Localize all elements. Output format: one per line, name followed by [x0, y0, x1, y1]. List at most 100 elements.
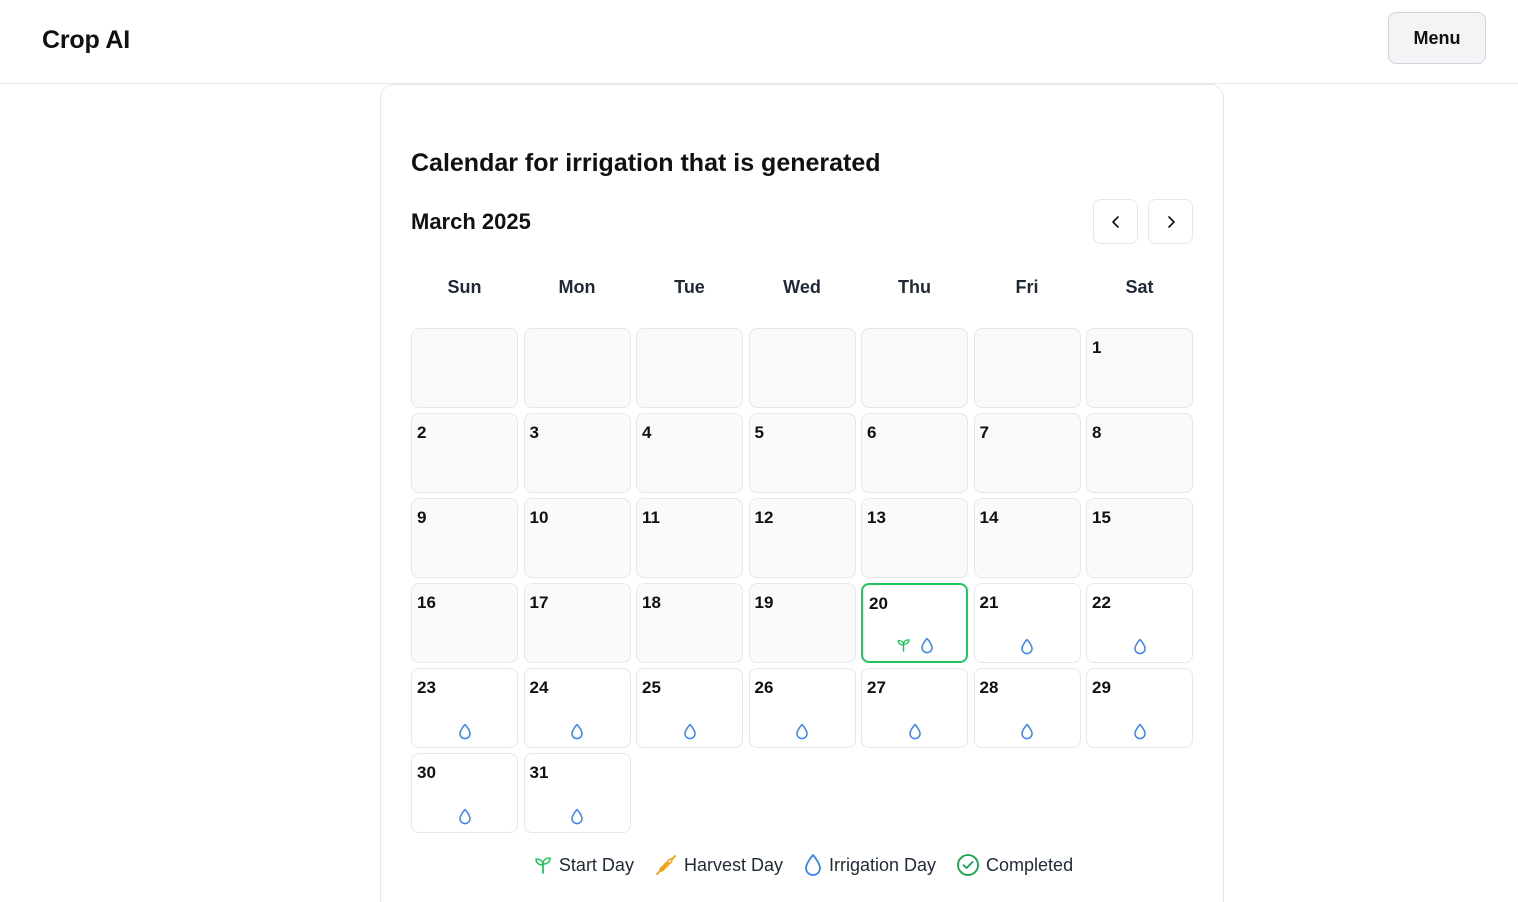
legend-harvest: Harvest Day [654, 853, 783, 877]
calendar-day-cell[interactable]: 12 [748, 498, 856, 578]
day-number: 15 [1092, 508, 1111, 527]
day-number: 30 [417, 763, 436, 782]
calendar-day-cell[interactable]: 4 [636, 413, 743, 493]
day-number: 27 [867, 678, 886, 697]
calendar-empty-cell [523, 328, 631, 408]
day-number: 10 [529, 508, 549, 527]
water-drop-icon [1133, 638, 1146, 654]
chevron-right-icon [1167, 215, 1175, 228]
sprout-icon [897, 639, 909, 652]
calendar-day-cell[interactable]: 27 [861, 668, 968, 748]
day-icons [863, 635, 966, 655]
water-drop-icon [571, 723, 583, 739]
calendar-day-cell[interactable]: 24 [523, 668, 631, 748]
calendar-day-cell[interactable]: 26 [748, 668, 856, 748]
chevron-left-icon [1111, 215, 1119, 228]
water-drop-icon [458, 723, 471, 739]
day-number: 31 [529, 763, 549, 782]
day-icons [750, 721, 855, 741]
weekday-fri: Fri [1015, 277, 1039, 297]
day-number: 20 [869, 594, 888, 613]
calendar-day-cell[interactable]: 17 [523, 583, 631, 663]
day-number: 28 [979, 678, 999, 697]
calendar-day-cell[interactable]: 7 [973, 413, 1081, 493]
sprout-icon [535, 857, 551, 874]
day-number: 7 [979, 423, 989, 442]
weekday-thu: Thu [898, 277, 931, 297]
day-number: 16 [417, 593, 436, 612]
water-drop-icon [920, 637, 933, 653]
water-drop-icon [571, 808, 583, 824]
day-icons [525, 721, 630, 741]
day-number: 9 [417, 508, 427, 527]
legend-harvest-label: Harvest Day [683, 854, 783, 875]
calendar-empty-cell [861, 328, 968, 408]
calendar-day-cell[interactable]: 19 [748, 583, 856, 663]
menu-button[interactable]: Menu [1388, 12, 1486, 64]
day-icons [1087, 636, 1192, 656]
calendar-title: Calendar for irrigation that is generate… [411, 149, 881, 177]
water-drop-icon [458, 808, 471, 824]
calendar-day-cell[interactable]: 9 [411, 498, 518, 578]
weekday-tue: Tue [674, 277, 705, 297]
next-month-button[interactable] [1148, 199, 1193, 244]
calendar-day-cell[interactable]: 16 [411, 583, 518, 663]
calendar-day-cell[interactable]: 15 [1086, 498, 1193, 578]
day-number: 4 [642, 423, 652, 442]
app-logo[interactable]: Crop AI [42, 26, 130, 55]
calendar-empty-cell [748, 328, 856, 408]
calendar-day-cell[interactable]: 23 [411, 668, 518, 748]
water-drop-icon [796, 723, 808, 739]
day-number: 3 [529, 423, 539, 442]
weekday-wed: Wed [783, 277, 821, 297]
calendar-day-cell[interactable]: 20 [861, 583, 968, 663]
day-number: 8 [1092, 423, 1102, 442]
calendar-day-cell[interactable]: 21 [973, 583, 1081, 663]
day-icons [975, 721, 1080, 741]
calendar-day-cell[interactable]: 3 [523, 413, 631, 493]
weekday-sun: Sun [447, 277, 482, 297]
calendar-day-cell[interactable]: 14 [973, 498, 1081, 578]
calendar-day-cell[interactable]: 30 [411, 753, 518, 833]
day-number: 5 [754, 423, 764, 442]
calendar-day-cell[interactable]: 11 [636, 498, 743, 578]
calendar-day-cell[interactable]: 28 [973, 668, 1081, 748]
water-drop-icon [1021, 638, 1033, 654]
day-number: 22 [1092, 593, 1111, 612]
calendar-day-cell[interactable]: 25 [636, 668, 743, 748]
day-number: 6 [867, 423, 877, 442]
calendar-empty-cell [973, 328, 1081, 408]
day-number: 24 [529, 678, 549, 697]
legend-completed: Completed [956, 853, 1073, 877]
water-drop-icon [1133, 723, 1146, 739]
day-icons [412, 806, 517, 826]
day-number: 18 [642, 593, 661, 612]
day-number: 17 [529, 593, 549, 612]
calendar-day-cell[interactable]: 2 [411, 413, 518, 493]
calendar-day-cell[interactable]: 1 [1086, 328, 1193, 408]
calendar-day-cell[interactable]: 18 [636, 583, 743, 663]
previous-month-button[interactable] [1093, 199, 1138, 244]
weekday-sat: Sat [1125, 277, 1154, 297]
calendar-day-cell[interactable]: 31 [523, 753, 631, 833]
day-number: 2 [417, 423, 427, 442]
calendar-day-cell[interactable]: 22 [1086, 583, 1193, 663]
day-number: 25 [642, 678, 661, 697]
calendar-day-cell[interactable]: 29 [1086, 668, 1193, 748]
day-number: 23 [417, 678, 436, 697]
water-drop-icon [683, 723, 696, 739]
month-label: March 2025 [411, 209, 531, 234]
calendar-day-cell[interactable]: 8 [1086, 413, 1193, 493]
calendar-day-cell[interactable]: 10 [523, 498, 631, 578]
calendar-day-cell[interactable]: 6 [861, 413, 968, 493]
legend-irrigation: Irrigation Day [803, 853, 936, 877]
calendar-day-cell[interactable]: 13 [861, 498, 968, 578]
day-number: 26 [754, 678, 774, 697]
day-icons [637, 721, 742, 741]
day-number: 11 [642, 508, 660, 527]
legend: Start Day Harvest Day Irrigation Day Com… [381, 853, 1225, 877]
calendar-empty-cell [636, 328, 743, 408]
calendar-day-cell[interactable]: 5 [748, 413, 856, 493]
day-number: 12 [754, 508, 774, 527]
day-number: 21 [979, 593, 999, 612]
